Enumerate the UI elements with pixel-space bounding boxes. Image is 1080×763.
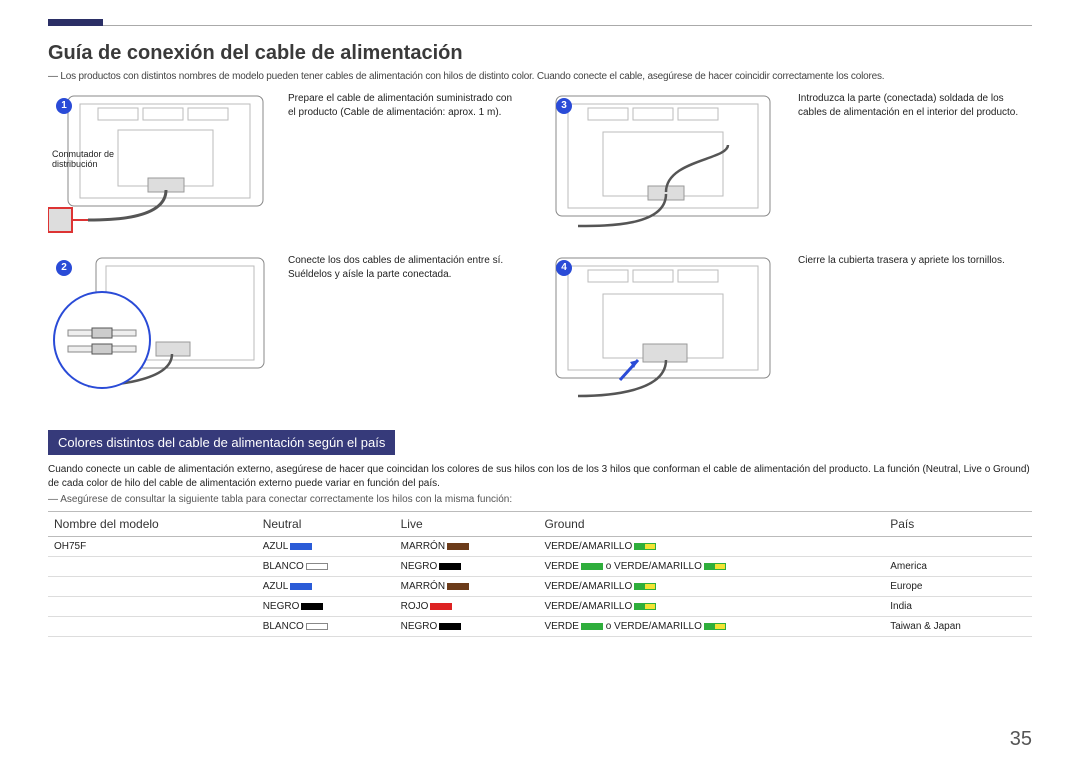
step-2-svg bbox=[48, 252, 268, 412]
cell-live: NEGRO bbox=[395, 617, 539, 637]
step-number-badge: 2 bbox=[56, 260, 72, 276]
cell-neutral: NEGRO bbox=[257, 597, 395, 617]
section-lead: ― Los productos con distintos nombres de… bbox=[48, 71, 1032, 82]
cell-neutral: BLANCO bbox=[257, 557, 395, 577]
swatch-green-icon bbox=[581, 623, 603, 630]
col-model: Nombre del modelo bbox=[48, 512, 257, 537]
cell-country bbox=[884, 537, 1032, 557]
cell-ground: VERDE o VERDE/AMARILLO bbox=[538, 557, 884, 577]
swatch-greenyellow-icon bbox=[704, 563, 726, 570]
swatch-black-icon bbox=[301, 603, 323, 610]
cell-neutral: AZUL bbox=[257, 537, 395, 557]
distribution-switch-label: Conmutador de distribución bbox=[52, 150, 132, 170]
swatch-greenyellow-icon bbox=[634, 583, 656, 590]
cell-model bbox=[48, 597, 257, 617]
col-country: País bbox=[884, 512, 1032, 537]
cell-neutral: AZUL bbox=[257, 577, 395, 597]
swatch-brown-icon bbox=[447, 543, 469, 550]
swatch-white-icon bbox=[306, 623, 328, 630]
table-header-row: Nombre del modelo Neutral Live Ground Pa… bbox=[48, 512, 1032, 537]
step-3-figure: 3 bbox=[548, 90, 778, 240]
swatch-greenyellow-icon bbox=[704, 623, 726, 630]
cell-model: OH75F bbox=[48, 537, 257, 557]
swatch-brown-icon bbox=[447, 583, 469, 590]
wire-color-table: Nombre del modelo Neutral Live Ground Pa… bbox=[48, 511, 1032, 637]
page-number: 35 bbox=[1010, 728, 1032, 751]
step-2-figure: 2 bbox=[48, 252, 268, 412]
step-2-text: Conecte los dos cables de alimentación e… bbox=[288, 252, 528, 281]
cell-country: Taiwan & Japan bbox=[884, 617, 1032, 637]
col-ground: Ground bbox=[538, 512, 884, 537]
swatch-red-icon bbox=[430, 603, 452, 610]
cell-live: NEGRO bbox=[395, 557, 539, 577]
cell-model bbox=[48, 557, 257, 577]
header-rule bbox=[48, 25, 1032, 26]
cell-country: Europe bbox=[884, 577, 1032, 597]
cell-ground: VERDE o VERDE/AMARILLO bbox=[538, 617, 884, 637]
cell-ground: VERDE/AMARILLO bbox=[538, 537, 884, 557]
table-row: BLANCO NEGRO VERDE o VERDE/AMARILLO Taiw… bbox=[48, 617, 1032, 637]
cell-live: MARRÓN bbox=[395, 537, 539, 557]
step-1-figure: 1 Conmutador de distribución bbox=[48, 90, 268, 240]
step-4-text: Cierre la cubierta trasera y apriete los… bbox=[798, 252, 1032, 268]
cell-live: MARRÓN bbox=[395, 577, 539, 597]
swatch-blue-icon bbox=[290, 543, 312, 550]
swatch-black-icon bbox=[439, 563, 461, 570]
col-live: Live bbox=[395, 512, 539, 537]
step-3-svg bbox=[548, 90, 778, 240]
step-1-text: Prepare el cable de alimentación suminis… bbox=[288, 90, 528, 119]
cell-country: India bbox=[884, 597, 1032, 617]
cell-country: America bbox=[884, 557, 1032, 577]
section-title: Guía de conexión del cable de alimentaci… bbox=[48, 42, 1032, 65]
table-row: NEGRO ROJO VERDE/AMARILLO India bbox=[48, 597, 1032, 617]
swatch-green-icon bbox=[581, 563, 603, 570]
step-number-badge: 1 bbox=[56, 98, 72, 114]
cell-model bbox=[48, 577, 257, 597]
step-number-badge: 4 bbox=[556, 260, 572, 276]
swatch-black-icon bbox=[439, 623, 461, 630]
subsection-footnote: ― Asegúrese de consultar la siguiente ta… bbox=[48, 494, 1032, 505]
step-4-svg bbox=[548, 252, 778, 412]
table-row: AZUL MARRÓN VERDE/AMARILLO Europe bbox=[48, 577, 1032, 597]
step-3-text: Introduzca la parte (conectada) soldada … bbox=[798, 90, 1032, 119]
cell-neutral: BLANCO bbox=[257, 617, 395, 637]
cell-live: ROJO bbox=[395, 597, 539, 617]
cell-model bbox=[48, 617, 257, 637]
swatch-greenyellow-icon bbox=[634, 543, 656, 550]
cell-ground: VERDE/AMARILLO bbox=[538, 597, 884, 617]
subsection-title: Colores distintos del cable de alimentac… bbox=[48, 430, 395, 455]
table-row: BLANCO NEGRO VERDE o VERDE/AMARILLO Amer… bbox=[48, 557, 1032, 577]
swatch-blue-icon bbox=[290, 583, 312, 590]
step-number-badge: 3 bbox=[556, 98, 572, 114]
table-row: OH75F AZUL MARRÓN VERDE/AMARILLO bbox=[48, 537, 1032, 557]
swatch-greenyellow-icon bbox=[634, 603, 656, 610]
cell-ground: VERDE/AMARILLO bbox=[538, 577, 884, 597]
col-neutral: Neutral bbox=[257, 512, 395, 537]
subsection-lead: Cuando conecte un cable de alimentación … bbox=[48, 463, 1032, 490]
step-4-figure: 4 bbox=[548, 252, 778, 412]
manual-page: Guía de conexión del cable de alimentaci… bbox=[0, 0, 1080, 647]
steps-grid: 1 Conmutador de distribución bbox=[48, 90, 1032, 412]
swatch-white-icon bbox=[306, 563, 328, 570]
